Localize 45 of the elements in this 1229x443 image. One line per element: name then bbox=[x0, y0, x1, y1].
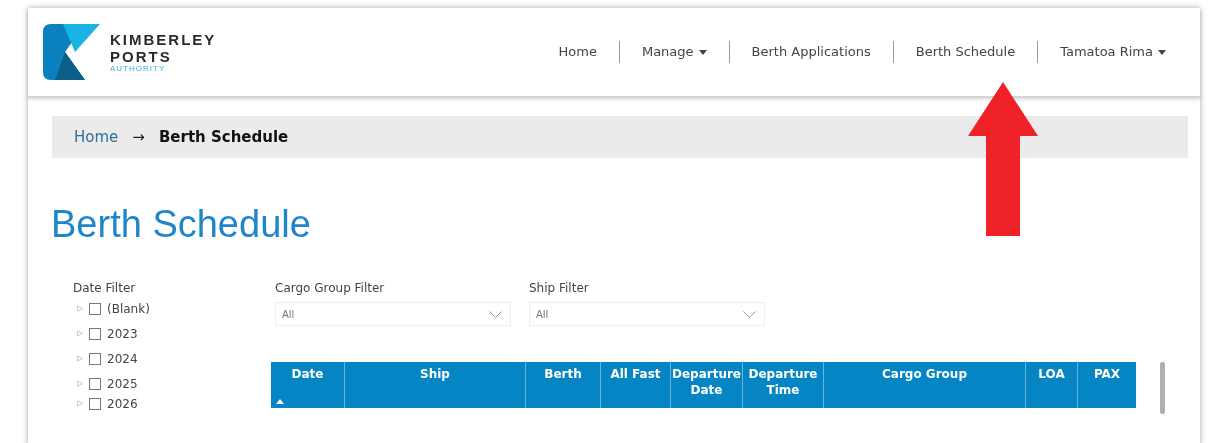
filter-option: 2026 bbox=[107, 396, 138, 411]
logo-icon bbox=[43, 24, 100, 80]
filter-label: Date Filter bbox=[73, 280, 137, 296]
filter-option: 2025 bbox=[107, 376, 138, 391]
breadcrumb-current: Berth Schedule bbox=[158, 128, 289, 146]
checkbox[interactable] bbox=[89, 397, 101, 410]
column-header[interactable]: Departure Date bbox=[671, 362, 743, 408]
chevron-down-icon bbox=[743, 310, 756, 318]
column-header[interactable]: Cargo Group bbox=[824, 362, 1026, 408]
expand-icon[interactable] bbox=[77, 304, 83, 313]
logo-text: KIMBERLEY bbox=[110, 31, 217, 48]
column-header[interactable]: Ship bbox=[345, 362, 526, 408]
column-header[interactable]: Date bbox=[271, 362, 345, 408]
dropdown-field[interactable]: All bbox=[529, 302, 765, 326]
dropdown-field[interactable]: All bbox=[275, 302, 511, 326]
column-header[interactable]: LOA bbox=[1026, 362, 1078, 408]
nav-link[interactable]: Tamatoa Rima bbox=[1037, 41, 1188, 63]
checkbox[interactable] bbox=[89, 352, 101, 365]
expand-icon[interactable] bbox=[77, 354, 83, 363]
expand-icon[interactable] bbox=[77, 329, 83, 338]
expand-icon[interactable] bbox=[77, 399, 83, 408]
checkbox[interactable] bbox=[89, 327, 101, 340]
scrollbar[interactable] bbox=[1160, 362, 1165, 414]
nav-link[interactable]: Home bbox=[536, 41, 619, 63]
logo-subtitle: AUTHORITY bbox=[110, 65, 167, 73]
filter-option: 2023 bbox=[107, 326, 138, 341]
nav-link[interactable]: Berth Schedule bbox=[892, 41, 1038, 63]
filter-option: 2024 bbox=[107, 351, 138, 366]
checkbox[interactable] bbox=[89, 377, 101, 390]
breadcrumb-separator: → bbox=[132, 128, 145, 146]
breadcrumb-link[interactable]: Home bbox=[74, 128, 119, 146]
chevron-down-icon bbox=[489, 310, 502, 318]
expand-icon[interactable] bbox=[77, 379, 83, 388]
column-header[interactable]: All Fast bbox=[601, 362, 671, 408]
page-title: Berth Schedule bbox=[51, 202, 312, 246]
checkbox[interactable] bbox=[89, 302, 101, 315]
nav-link[interactable]: Manage bbox=[618, 41, 729, 63]
column-header[interactable]: Berth bbox=[526, 362, 601, 408]
filter-option: (Blank) bbox=[107, 301, 150, 316]
column-header[interactable]: PAX bbox=[1078, 362, 1136, 408]
filter-label: Ship Filter bbox=[529, 280, 590, 296]
nav-link[interactable]: Berth Applications bbox=[728, 41, 893, 63]
logo-text: PORTS bbox=[110, 48, 173, 65]
column-header[interactable]: Departure Time bbox=[743, 362, 824, 408]
filter-label: Cargo Group Filter bbox=[275, 280, 386, 296]
